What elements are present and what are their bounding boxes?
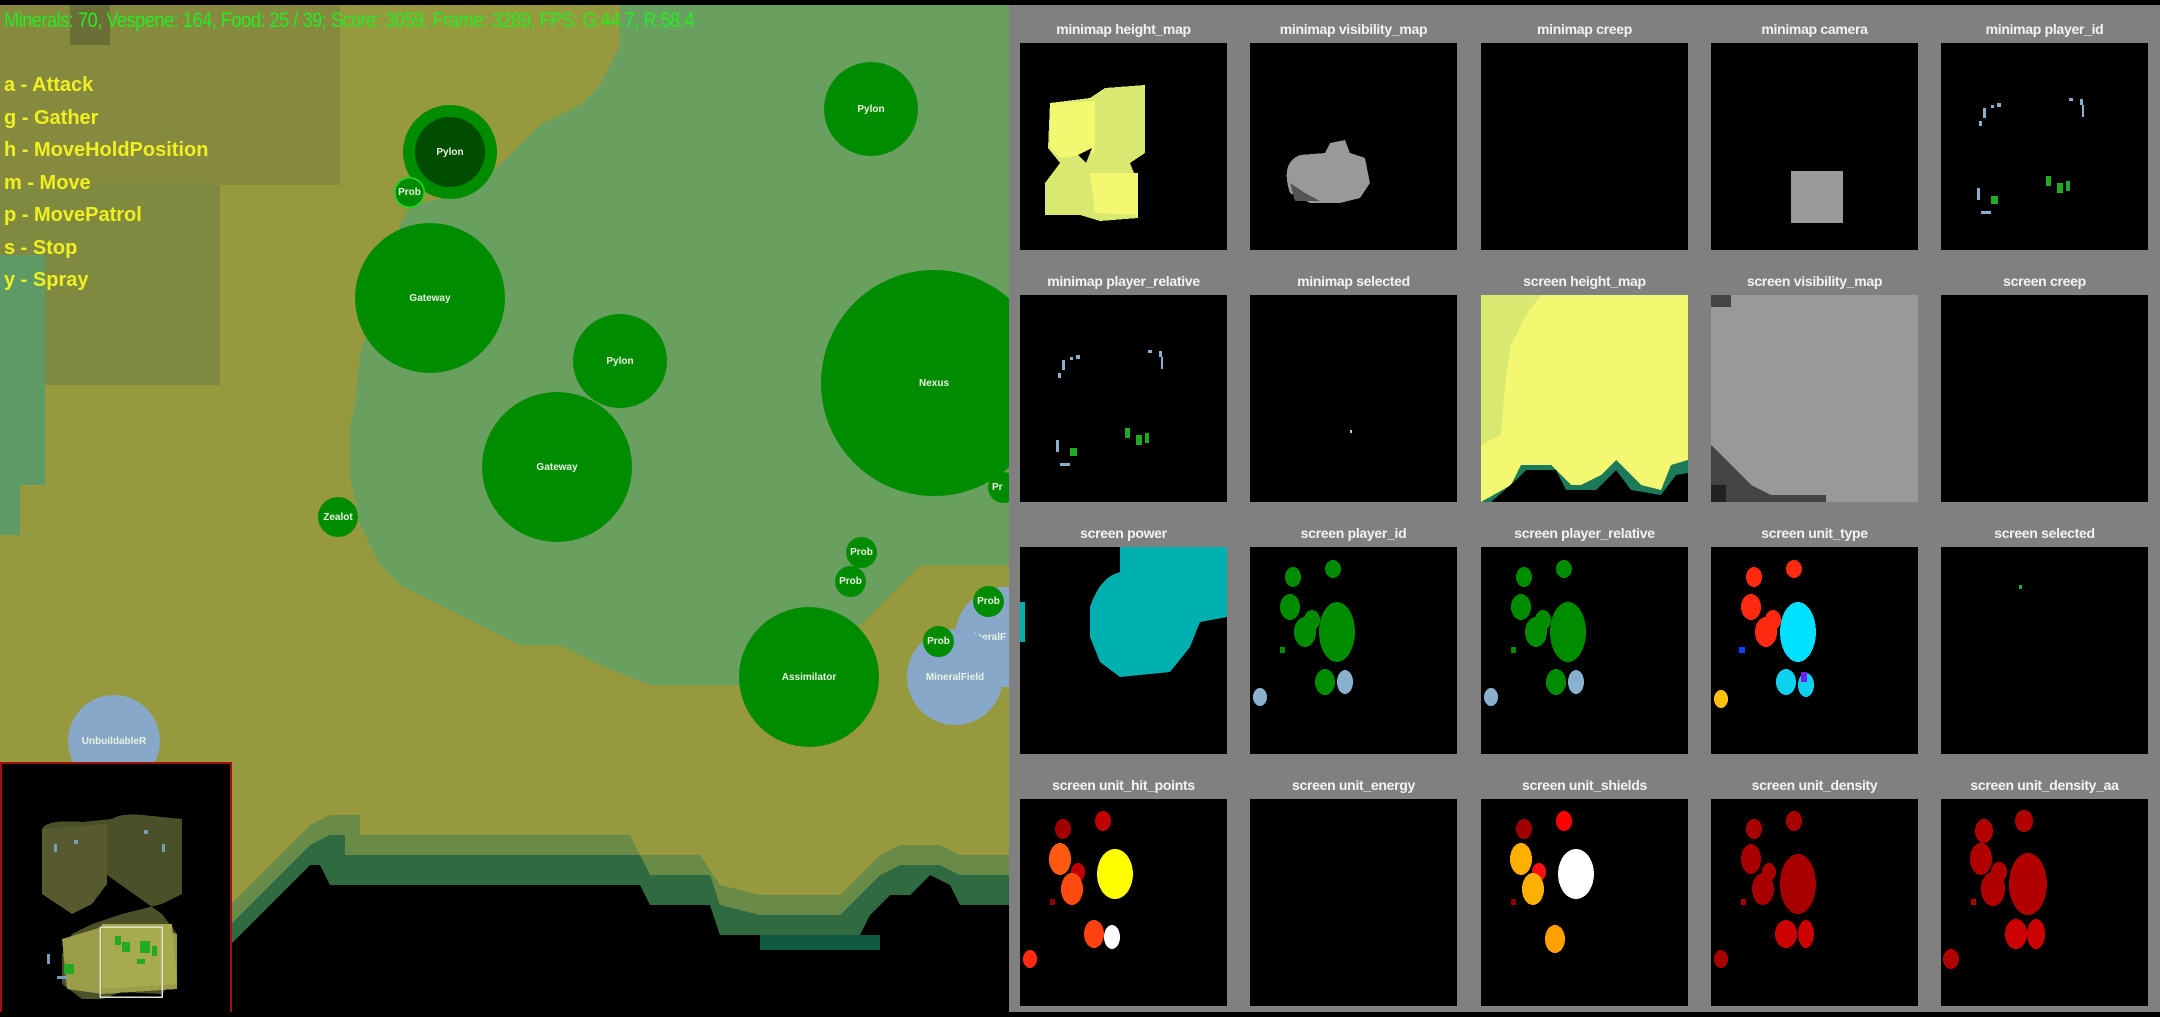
layer-title: screen player_relative [1514, 525, 1655, 541]
layer-title: screen unit_type [1761, 525, 1868, 541]
resource-status-bar: Minerals: 70, Vespene: 164, Food: 25 / 3… [4, 9, 695, 32]
layer-tile-minimap-selected: minimap selected [1250, 267, 1457, 502]
layer-image [1481, 799, 1688, 1006]
unit-pylon-selected-inner: Pylon [415, 117, 485, 187]
layer-tile-screen-unit-shields: screen unit_shields [1481, 771, 1688, 1006]
hotkey-move-hold-position[interactable]: h - MoveHoldPosition [4, 134, 208, 167]
layer-title: minimap creep [1537, 21, 1632, 37]
layer-image [1481, 43, 1688, 250]
layer-tile-minimap-creep: minimap creep [1481, 15, 1688, 250]
unit-probe[interactable]: Prob [923, 626, 954, 657]
layer-title: screen selected [1994, 525, 2095, 541]
hotkey-attack[interactable]: a - Attack [4, 69, 208, 102]
layer-tile-minimap-player-id: minimap player_id [1941, 15, 2148, 250]
layer-title: screen height_map [1523, 273, 1646, 289]
minimap[interactable] [0, 762, 232, 1012]
unit-zealot[interactable]: Zealot [318, 497, 358, 537]
layer-image [1020, 43, 1227, 250]
unit-probe[interactable]: Prob [973, 586, 1004, 617]
layer-image [1250, 295, 1457, 502]
layer-tile-screen-creep: screen creep [1941, 267, 2148, 502]
layer-title: minimap camera [1761, 21, 1868, 37]
layer-title: screen unit_energy [1292, 777, 1415, 793]
layer-title: minimap height_map [1056, 21, 1191, 37]
layer-title: screen unit_shields [1521, 777, 1648, 793]
layer-title: screen unit_density [1751, 777, 1878, 793]
layer-title: screen unit_density_aa [1970, 777, 2119, 793]
unit-pylon[interactable]: Pylon [824, 62, 918, 156]
hotkey-spray[interactable]: y - Spray [4, 264, 208, 297]
layer-image [1711, 295, 1918, 502]
layer-title: screen creep [2003, 273, 2086, 289]
unit-probe-selected[interactable]: Prob [394, 177, 425, 208]
layer-title: minimap player_relative [1047, 273, 1200, 289]
minimap-render [42, 814, 182, 999]
layer-tile-screen-player-id: screen player_id [1250, 519, 1457, 754]
hotkey-list: a - Attack g - Gather h - MoveHoldPositi… [4, 69, 208, 297]
layer-tile-screen-unit-energy: screen unit_energy [1250, 771, 1457, 1006]
game-viewport[interactable]: Minerals: 70, Vespene: 164, Food: 25 / 3… [0, 5, 1009, 1012]
unit-mineral-field[interactable]: MineralField [907, 629, 1003, 725]
feature-layers-panel: minimap height_map minimap visibility_map… [1009, 5, 2160, 1012]
layer-image [1020, 799, 1227, 1006]
unit-probe[interactable]: Prob [835, 566, 866, 597]
layer-title: minimap player_id [1985, 21, 2104, 37]
layer-image [1020, 547, 1227, 754]
layer-image [1711, 43, 1918, 250]
unit-pylon[interactable]: Pylon [573, 314, 667, 408]
layer-image [1481, 295, 1688, 502]
unit-probe[interactable]: Prob [846, 537, 877, 568]
layer-tile-minimap-player-relative: minimap player_relative [1020, 267, 1227, 502]
layer-title: screen player_id [1300, 525, 1407, 541]
layer-tile-screen-visibility-map: screen visibility_map [1711, 267, 1918, 502]
layer-image [1711, 799, 1918, 1006]
layer-title: screen unit_hit_points [1052, 777, 1195, 793]
hotkey-move[interactable]: m - Move [4, 167, 208, 200]
layer-tile-screen-height-map: screen height_map [1481, 267, 1688, 502]
layer-image [1250, 547, 1457, 754]
layer-tile-minimap-camera: minimap camera [1711, 15, 1918, 250]
layer-tile-screen-selected: screen selected [1941, 519, 2148, 754]
layer-image [1020, 295, 1227, 502]
hotkey-move-patrol[interactable]: p - MovePatrol [4, 199, 208, 232]
unit-assimilator[interactable]: Assimilator [739, 607, 879, 747]
layer-tile-minimap-visibility-map: minimap visibility_map [1250, 15, 1457, 250]
layer-tile-minimap-height-map: minimap height_map [1020, 15, 1227, 250]
layer-tile-screen-unit-density: screen unit_density [1711, 771, 1918, 1006]
hotkey-stop[interactable]: s - Stop [4, 232, 208, 265]
layer-tile-screen-unit-type: screen unit_type [1711, 519, 1918, 754]
layer-tile-screen-player-relative: screen player_relative [1481, 519, 1688, 754]
layer-title: minimap selected [1297, 273, 1410, 289]
unit-gateway[interactable]: Gateway [482, 392, 632, 542]
layer-title: screen power [1080, 525, 1167, 541]
layer-image [1481, 547, 1688, 754]
layer-title: minimap visibility_map [1279, 21, 1428, 37]
layer-image [1250, 799, 1457, 1006]
layer-image [1941, 43, 2148, 250]
layer-image [1250, 43, 1457, 250]
layer-tile-screen-unit-hit-points: screen unit_hit_points [1020, 771, 1227, 1006]
layer-image [1711, 547, 1918, 754]
layer-image [1941, 547, 2148, 754]
layer-tile-screen-unit-density-aa: screen unit_density_aa [1941, 771, 2148, 1006]
layer-image [1941, 295, 2148, 502]
layer-title: screen visibility_map [1746, 273, 1883, 289]
layer-tile-screen-power: screen power [1020, 519, 1227, 754]
unit-gateway[interactable]: Gateway [355, 223, 505, 373]
layer-image [1941, 799, 2148, 1006]
hotkey-gather[interactable]: g - Gather [4, 102, 208, 135]
